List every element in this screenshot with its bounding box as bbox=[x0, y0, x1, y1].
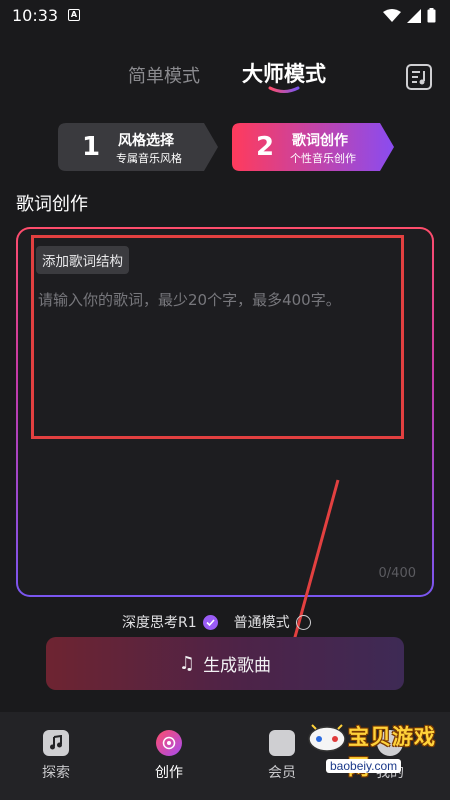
step-2-number: 2 bbox=[256, 132, 275, 162]
watermark-logo-icon bbox=[308, 724, 346, 752]
char-count: 0/400 bbox=[378, 566, 416, 581]
music-note-icon bbox=[43, 730, 69, 756]
notification-icon: A bbox=[68, 9, 80, 21]
nav-item-create[interactable]: 创作 bbox=[139, 730, 199, 782]
mode-tabs: 简单模式 大师模式 bbox=[0, 58, 450, 98]
step-lyrics-create[interactable]: 2 歌词创作 个性音乐创作 bbox=[232, 123, 394, 171]
signal-icon bbox=[407, 8, 421, 23]
normal-mode-radio[interactable] bbox=[295, 614, 311, 630]
music-list-icon[interactable] bbox=[405, 63, 433, 91]
normal-mode-label[interactable]: 普通模式 bbox=[234, 612, 290, 632]
step-2-subtitle: 个性音乐创作 bbox=[290, 152, 356, 165]
disc-icon bbox=[156, 730, 182, 756]
tab-active-indicator bbox=[268, 86, 300, 93]
generate-song-button[interactable]: ♫ 生成歌曲 bbox=[46, 637, 404, 690]
lyrics-input-box[interactable]: 添加歌词结构 请输入你的歌词，最少20个字，最多400字。 0/400 bbox=[16, 227, 434, 597]
status-icons bbox=[383, 8, 436, 23]
step-1-number: 1 bbox=[82, 132, 101, 162]
deep-think-label[interactable]: 深度思考R1 bbox=[122, 612, 197, 632]
status-time: 10:33 bbox=[12, 6, 59, 25]
lyrics-placeholder: 请输入你的歌词，最少20个字，最多400字。 bbox=[38, 291, 341, 309]
section-title: 歌词创作 bbox=[16, 194, 88, 215]
watermark: 宝贝游戏网 baobeiy.com bbox=[300, 715, 445, 785]
tab-simple-mode[interactable]: 简单模式 bbox=[128, 62, 200, 88]
step-1-subtitle: 专属音乐风格 bbox=[116, 152, 182, 165]
status-bar: 10:33 A bbox=[0, 0, 450, 32]
lyrics-textarea[interactable]: 添加歌词结构 请输入你的歌词，最少20个字，最多400字。 0/400 bbox=[18, 229, 432, 595]
generate-song-label: 生成歌曲 bbox=[203, 656, 272, 676]
add-lyric-structure-button[interactable]: 添加歌词结构 bbox=[36, 246, 129, 274]
battery-icon bbox=[427, 8, 436, 23]
member-icon bbox=[269, 730, 295, 756]
nav-label-explore: 探索 bbox=[42, 765, 70, 781]
watermark-url: baobeiy.com bbox=[326, 759, 402, 773]
deep-think-check-icon[interactable] bbox=[202, 614, 218, 630]
nav-label-create: 创作 bbox=[155, 765, 183, 781]
nav-item-explore[interactable]: 探索 bbox=[26, 730, 86, 782]
step-1-title: 风格选择 bbox=[118, 133, 174, 149]
tab-master-mode[interactable]: 大师模式 bbox=[242, 58, 326, 88]
wifi-icon bbox=[383, 8, 401, 22]
music-note-icon: ♫ bbox=[178, 653, 196, 674]
generation-options: 深度思考R1 普通模式 bbox=[122, 612, 311, 632]
step-style-select[interactable]: 1 风格选择 专属音乐风格 bbox=[58, 123, 218, 171]
step-2-title: 歌词创作 bbox=[292, 133, 348, 149]
